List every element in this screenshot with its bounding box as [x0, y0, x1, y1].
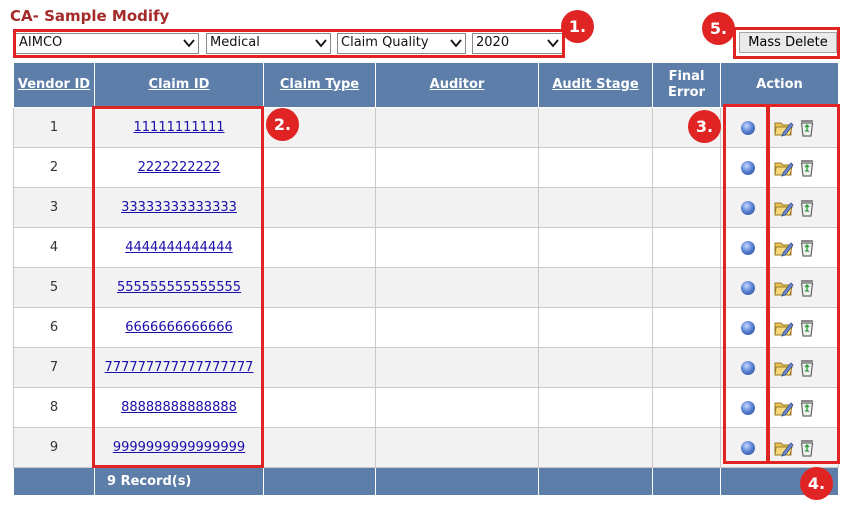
audit-stage-cell [538, 187, 653, 228]
column-header-vendor-id[interactable]: Vendor ID [13, 62, 95, 108]
vendor-id-cell: 9 [13, 427, 95, 468]
callout-box-mass-delete [733, 27, 840, 59]
audit-stage-cell [538, 107, 653, 148]
final-error-cell [652, 267, 721, 308]
footer-spacer [652, 467, 721, 496]
column-header-claim-id[interactable]: Claim ID [94, 62, 264, 108]
audit-stage-cell [538, 227, 653, 268]
final-error-cell [652, 147, 721, 188]
auditor-cell [375, 187, 539, 228]
callout-badge-1: 1. [561, 10, 594, 43]
claim-type-cell [263, 187, 376, 228]
auditor-cell [375, 227, 539, 268]
claim-type-cell [263, 307, 376, 348]
audit-stage-cell [538, 347, 653, 388]
final-error-cell [652, 427, 721, 468]
claim-type-cell [263, 227, 376, 268]
claim-type-cell [263, 427, 376, 468]
vendor-id-cell: 4 [13, 227, 95, 268]
vendor-id-cell: 1 [13, 107, 95, 148]
final-error-cell [652, 227, 721, 268]
page-title: CA- Sample Modify [10, 7, 170, 25]
callout-box-claim-ids [92, 106, 264, 468]
audit-stage-cell [538, 267, 653, 308]
footer-spacer [13, 467, 95, 496]
audit-stage-cell [538, 387, 653, 428]
auditor-cell [375, 387, 539, 428]
claim-type-cell [263, 347, 376, 388]
footer-spacer [538, 467, 653, 496]
auditor-cell [375, 147, 539, 188]
callout-box-status [723, 104, 769, 464]
auditor-cell [375, 107, 539, 148]
audit-stage-cell [538, 307, 653, 348]
vendor-id-cell: 3 [13, 187, 95, 228]
claim-type-cell [263, 267, 376, 308]
callout-badge-5: 5. [702, 12, 735, 45]
audit-stage-cell [538, 427, 653, 468]
column-header-auditor[interactable]: Auditor [375, 62, 539, 108]
claim-type-cell [263, 387, 376, 428]
claim-type-cell [263, 147, 376, 188]
vendor-id-cell: 8 [13, 387, 95, 428]
callout-badge-2: 2. [266, 108, 299, 141]
column-header-final-error: Final Error [652, 62, 721, 108]
final-error-cell [652, 187, 721, 228]
final-error-cell [652, 307, 721, 348]
footer-spacer [375, 467, 539, 496]
column-header-audit-stage[interactable]: Audit Stage [538, 62, 653, 108]
auditor-cell [375, 307, 539, 348]
callout-badge-4: 4. [800, 467, 833, 500]
callout-badge-3: 3. [688, 110, 721, 143]
vendor-id-cell: 6 [13, 307, 95, 348]
final-error-cell [652, 387, 721, 428]
audit-stage-cell [538, 147, 653, 188]
callout-box-filters [13, 29, 565, 58]
callout-box-row-actions [767, 104, 840, 464]
final-error-cell [652, 347, 721, 388]
auditor-cell [375, 267, 539, 308]
column-header-action: Action [720, 62, 839, 108]
record-count: 9 Record(s) [94, 467, 264, 496]
vendor-id-cell: 7 [13, 347, 95, 388]
auditor-cell [375, 427, 539, 468]
table-footer: 9 Record(s) [13, 467, 839, 496]
footer-spacer [263, 467, 376, 496]
auditor-cell [375, 347, 539, 388]
vendor-id-cell: 5 [13, 267, 95, 308]
column-header-claim-type[interactable]: Claim Type [263, 62, 376, 108]
vendor-id-cell: 2 [13, 147, 95, 188]
